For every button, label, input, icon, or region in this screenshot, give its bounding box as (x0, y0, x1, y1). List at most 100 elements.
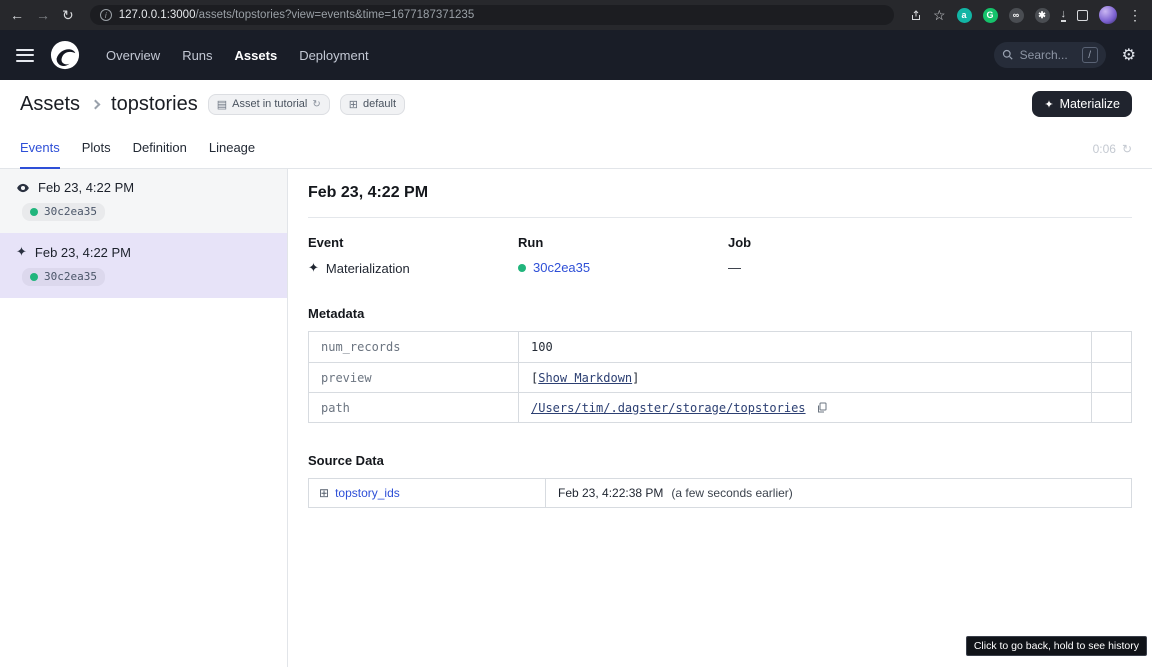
downloads-icon[interactable]: ↓ (1061, 9, 1067, 22)
repo-default-tag-label: default (363, 98, 396, 110)
event-list-item[interactable]: ✦ Feb 23, 4:22 PM 30c2ea35 (0, 233, 287, 298)
nav-links: Overview Runs Assets Deployment (106, 48, 369, 63)
table-row: num_records 100 (309, 332, 1131, 362)
search-shortcut-key: / (1082, 47, 1098, 63)
job-column-label: Job (728, 235, 938, 250)
browser-toolbar: ← → ↻ i 127.0.0.1:3000/assets/topstories… (0, 0, 1152, 30)
run-status-dot (30, 208, 38, 216)
tab-plots[interactable]: Plots (82, 140, 111, 169)
metadata-table: num_records 100 preview [Show Markdown] … (308, 331, 1132, 423)
run-column-label: Run (518, 235, 728, 250)
nav-item-overview[interactable]: Overview (106, 48, 160, 63)
url-text: 127.0.0.1:3000/assets/topstories?view=ev… (119, 9, 475, 21)
materialization-sparkle-icon: ✦ (16, 244, 27, 260)
show-markdown-link[interactable]: Show Markdown (538, 371, 632, 385)
metadata-value: 100 (531, 340, 553, 354)
refresh-icon[interactable]: ↻ (1122, 142, 1132, 156)
bracket-close: ] (632, 371, 639, 385)
share-icon[interactable] (910, 9, 922, 22)
grammarly-icon[interactable]: G (983, 8, 998, 23)
tab-events[interactable]: Events (20, 140, 60, 169)
asset-header: Assets topstories ▤ Asset in tutorial ↻ … (0, 80, 1152, 128)
materialize-button-label: Materialize (1060, 97, 1120, 111)
site-info-icon[interactable]: i (100, 9, 112, 21)
asset-tabs: Events Plots Definition Lineage 0:06 ↻ (0, 128, 1152, 169)
settings-gear-icon[interactable]: ⚙ (1122, 45, 1136, 65)
event-type-value: Materialization (326, 261, 410, 276)
tab-lineage[interactable]: Lineage (209, 140, 255, 169)
breadcrumb-chevron-icon (91, 99, 101, 109)
source-asset-link[interactable]: topstory_ids (335, 486, 400, 500)
table-row-end-cell (1091, 393, 1131, 422)
grid-icon: ⊞ (349, 98, 358, 111)
repo-default-tag[interactable]: ⊞ default (340, 94, 405, 115)
metadata-heading: Metadata (308, 306, 1132, 321)
run-id-link[interactable]: 30c2ea35 (533, 260, 590, 275)
browser-menu-icon[interactable]: ⋮ (1128, 8, 1142, 22)
path-link[interactable]: /Users/tim/.dagster/storage/topstories (531, 401, 806, 415)
search-icon (1002, 49, 1014, 61)
event-summary-columns: Event ✦ Materialization Run 30c2ea35 Job… (308, 235, 1132, 276)
infinity-extension-icon[interactable]: ∞ (1009, 8, 1024, 23)
tag-refresh-icon[interactable]: ↻ (312, 99, 320, 110)
materialize-button[interactable]: ✦ Materialize (1032, 91, 1132, 117)
job-column: Job — (728, 235, 938, 276)
bookmark-star-icon[interactable]: ☆ (933, 8, 946, 22)
table-row-end-cell (1091, 363, 1131, 392)
source-data-section: Source Data ⊞ topstory_ids Feb 23, 4:22:… (308, 453, 1132, 508)
metadata-key: path (309, 393, 519, 422)
back-history-tooltip: Click to go back, hold to see history (966, 636, 1147, 656)
source-event-time: Feb 23, 4:22:38 PM (558, 486, 663, 500)
metadata-key: num_records (309, 332, 519, 362)
source-data-heading: Source Data (308, 453, 1132, 468)
table-row-end-cell (1091, 332, 1131, 362)
nav-item-assets[interactable]: Assets (235, 48, 278, 63)
search-input[interactable]: Search... / (994, 42, 1106, 68)
run-status-dot (518, 264, 526, 272)
tab-switcher-icon[interactable] (1077, 10, 1088, 21)
run-column: Run 30c2ea35 (518, 235, 728, 276)
url-path: /assets/topstories?view=events&time=1677… (195, 9, 474, 21)
url-host: 127.0.0.1:3000 (119, 9, 196, 21)
nav-item-runs[interactable]: Runs (182, 48, 212, 63)
refresh-timer-value: 0:06 (1093, 142, 1116, 156)
job-value: — (728, 260, 741, 275)
dagster-logo[interactable] (50, 40, 80, 70)
address-bar[interactable]: i 127.0.0.1:3000/assets/topstories?view=… (90, 5, 894, 25)
event-timestamp: Feb 23, 4:22 PM (38, 180, 134, 195)
table-row: preview [Show Markdown] (309, 362, 1131, 392)
source-data-table: ⊞ topstory_ids Feb 23, 4:22:38 PM (a few… (308, 478, 1132, 508)
source-event-note: (a few seconds earlier) (671, 486, 792, 500)
forward-icon[interactable]: → (36, 8, 50, 22)
search-placeholder: Search... (1020, 48, 1068, 62)
extension-a-icon[interactable]: a (957, 8, 972, 23)
table-row: ⊞ topstory_ids Feb 23, 4:22:38 PM (a few… (309, 479, 1131, 507)
event-list-item[interactable]: Feb 23, 4:22 PM 30c2ea35 (0, 169, 287, 233)
profile-avatar[interactable] (1099, 6, 1117, 24)
event-column-label: Event (308, 235, 518, 250)
nav-item-deployment[interactable]: Deployment (299, 48, 368, 63)
breadcrumb-assets-link[interactable]: Assets (20, 93, 80, 116)
event-column: Event ✦ Materialization (308, 235, 518, 276)
event-list-sidebar: Feb 23, 4:22 PM 30c2ea35 ✦ Feb 23, 4:22 … (0, 169, 288, 667)
copy-icon[interactable] (816, 401, 828, 414)
hamburger-menu-icon[interactable] (16, 49, 34, 62)
metadata-key: preview (309, 363, 519, 392)
event-detail-panel: Feb 23, 4:22 PM Event ✦ Materialization … (288, 169, 1152, 667)
event-run-tag: 30c2ea35 (22, 203, 105, 221)
asset-group-tag[interactable]: ▤ Asset in tutorial ↻ (208, 94, 330, 115)
breadcrumb-current-asset: topstories (111, 93, 198, 116)
asset-group-tag-label: Asset in tutorial (232, 98, 307, 110)
event-detail-title: Feb 23, 4:22 PM (308, 184, 1132, 218)
metadata-section: Metadata num_records 100 preview [Show M… (308, 306, 1132, 423)
document-icon: ▤ (217, 98, 227, 111)
reload-icon[interactable]: ↻ (62, 8, 74, 22)
materialize-sparkle-icon: ✦ (1044, 98, 1053, 111)
event-run-tag: 30c2ea35 (22, 268, 105, 286)
materialization-sparkle-icon: ✦ (308, 260, 319, 276)
tab-definition[interactable]: Definition (133, 140, 187, 169)
observation-eye-icon (16, 181, 30, 195)
pinwheel-extension-icon[interactable]: ✱ (1035, 8, 1050, 23)
table-grid-icon: ⊞ (319, 486, 329, 500)
back-icon[interactable]: ← (10, 8, 24, 22)
